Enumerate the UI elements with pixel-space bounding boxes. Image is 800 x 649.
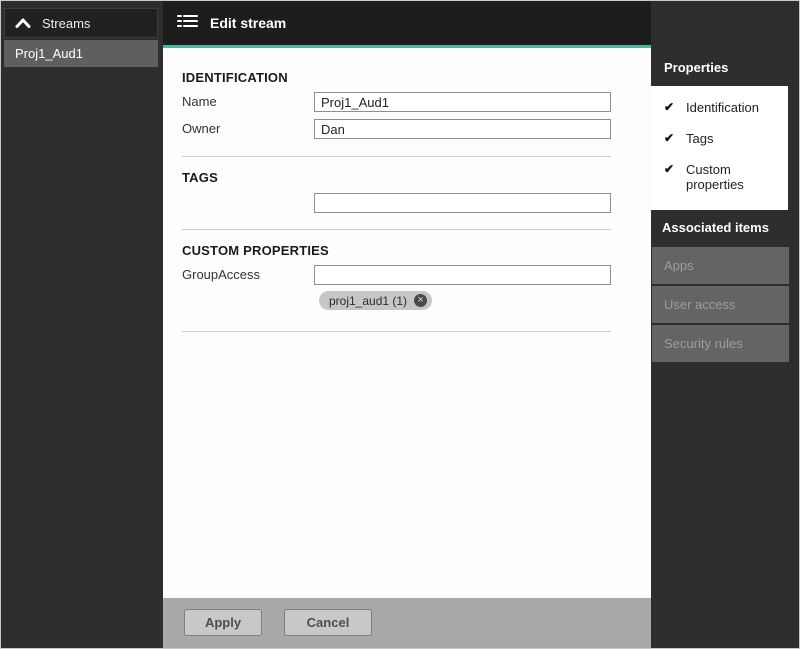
nav-item-label: Custom properties	[686, 162, 772, 192]
qmc-edit-stream-screen: Streams Proj1_Aud1 Edit stream IDENTIFIC…	[0, 0, 800, 649]
edit-stream-header: Edit stream	[163, 1, 651, 45]
associated-user-access-button[interactable]: User access	[652, 286, 789, 323]
chip-remove-icon[interactable]: ×	[414, 294, 427, 307]
edit-stream-icon	[177, 12, 199, 35]
identification-heading: IDENTIFICATION	[182, 70, 288, 85]
apply-button[interactable]: Apply	[184, 609, 262, 636]
nav-item-custom-properties[interactable]: ✔ Custom properties	[651, 154, 788, 200]
properties-title: Properties	[664, 60, 728, 75]
action-footer: Apply Cancel	[163, 598, 651, 649]
check-icon: ✔	[664, 131, 677, 146]
chip-label: proj1_aud1 (1)	[329, 294, 407, 308]
stream-item-label: Proj1_Aud1	[15, 46, 83, 61]
custom-properties-heading: CUSTOM PROPERTIES	[182, 243, 329, 258]
section-divider	[182, 156, 611, 157]
nav-item-tags[interactable]: ✔ Tags	[651, 123, 788, 154]
check-icon: ✔	[664, 162, 677, 177]
chevron-up-icon	[15, 16, 31, 31]
cancel-button[interactable]: Cancel	[284, 609, 372, 636]
properties-panel: Properties ✔ Identification ✔ Tags ✔ Cus…	[651, 1, 800, 649]
nav-item-label: Tags	[686, 131, 713, 146]
name-input[interactable]	[314, 92, 611, 112]
nav-item-identification[interactable]: ✔ Identification	[651, 92, 788, 123]
streams-collapse-header[interactable]: Streams	[4, 8, 158, 38]
owner-label: Owner	[182, 121, 220, 136]
associated-apps-button[interactable]: Apps	[652, 247, 789, 284]
tags-heading: TAGS	[182, 170, 218, 185]
page-title: Edit stream	[210, 15, 286, 31]
group-access-chip: proj1_aud1 (1) ×	[319, 291, 432, 310]
check-icon: ✔	[664, 100, 677, 115]
owner-input[interactable]	[314, 119, 611, 139]
tags-input[interactable]	[314, 193, 611, 213]
associated-security-rules-button[interactable]: Security rules	[652, 325, 789, 362]
group-access-label: GroupAccess	[182, 267, 260, 282]
section-divider	[182, 331, 611, 332]
associated-items-list: Apps User access Security rules	[652, 247, 789, 364]
group-access-input[interactable]	[314, 265, 611, 285]
properties-nav: ✔ Identification ✔ Tags ✔ Custom propert…	[651, 86, 788, 210]
nav-item-label: Identification	[686, 100, 759, 115]
stream-list-item-selected[interactable]: Proj1_Aud1	[4, 40, 158, 67]
associated-items-title: Associated items	[662, 220, 769, 235]
name-label: Name	[182, 94, 217, 109]
streams-header-label: Streams	[42, 16, 90, 31]
section-divider	[182, 229, 611, 230]
edit-stream-form: IDENTIFICATION Name Owner TAGS CUSTOM PR…	[163, 48, 651, 598]
